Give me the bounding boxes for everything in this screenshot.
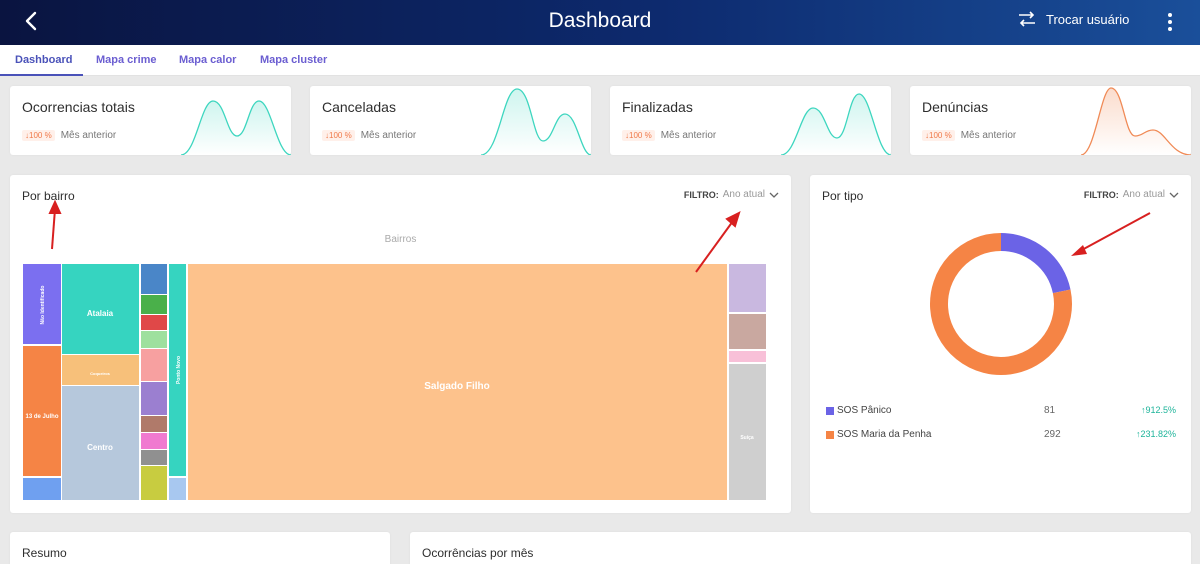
treemap-cell[interactable] [141, 295, 167, 314]
stat-subtitle: ↓100 % Mês anterior [22, 130, 116, 141]
change-badge: ↓100 % [622, 130, 655, 141]
switch-user-label: Trocar usuário [1046, 11, 1130, 27]
period-label: Mês anterior [960, 130, 1017, 141]
period-label: Mês anterior [60, 130, 117, 141]
period-label: Mês anterior [660, 130, 717, 141]
sparkline-chart [1081, 87, 1191, 155]
treemap-chart: Não Identificado 13 de Julho Atalaia Coq… [23, 199, 766, 500]
legend-name: SOS Maria da Penha [837, 429, 932, 440]
sparkline-chart [181, 100, 291, 155]
treemap-cell[interactable] [23, 478, 61, 500]
tab-mapa-calor[interactable]: Mapa calor [179, 54, 236, 66]
back-arrow-icon[interactable] [20, 9, 44, 33]
sparkline-chart [481, 88, 591, 155]
treemap-cell-suica[interactable] [729, 364, 766, 500]
treemap-label: Ponto Novo [176, 356, 182, 384]
treemap-cell[interactable] [141, 331, 167, 348]
treemap-label: Atalaia [87, 309, 114, 318]
legend-value: 292 [1044, 429, 1061, 440]
tab-bar: Dashboard Mapa crime Mapa calor Mapa clu… [0, 45, 1200, 76]
treemap-label: Coqueiros [90, 371, 111, 376]
treemap-label: 13 de Julho [25, 414, 58, 420]
stat-card-denuncias: Denúncias ↓100 % Mês anterior [910, 86, 1191, 155]
legend-change: ↑912.5% [1140, 405, 1176, 415]
legend-item[interactable]: SOS Pânico 81 ↑912.5% [826, 404, 1176, 420]
period-label: Mês anterior [360, 130, 417, 141]
stat-card-ocorrencias: Ocorrencias totais ↓100 % Mês anterior [10, 86, 291, 155]
ocorrencias-mes-card: Ocorrências por mês [410, 532, 1191, 564]
treemap-cell-coqueiros[interactable] [62, 355, 139, 385]
sparkline-chart [781, 93, 891, 155]
change-value: 912.5% [1145, 405, 1176, 415]
legend-item[interactable]: SOS Maria da Penha 292 ↑231.82% [826, 428, 1176, 444]
change-value: 231.82% [1140, 429, 1176, 439]
donut-chart [930, 212, 1151, 375]
stat-subtitle: ↓100 % Mês anterior [622, 130, 716, 141]
treemap-cell[interactable] [729, 264, 766, 312]
switch-user-button[interactable]: Trocar usuário [1018, 11, 1129, 27]
treemap-cell[interactable] [169, 478, 186, 500]
legend-swatch [826, 407, 834, 415]
more-vertical-icon[interactable] [1162, 11, 1178, 33]
treemap-cell[interactable] [141, 466, 167, 500]
active-tab-indicator [0, 74, 83, 76]
treemap-cell-13-de-julho[interactable] [23, 346, 61, 476]
por-bairro-card: Por bairro FILTRO: Ano atual Bairros Não… [10, 175, 791, 513]
resumo-card: Resumo [10, 532, 390, 564]
change-value: 100 % [629, 131, 652, 140]
donut-slice-sos-panico[interactable] [1000, 233, 1071, 294]
treemap-label: Salgado Filho [424, 381, 490, 392]
swap-icon [1019, 11, 1035, 27]
top-bar: Dashboard Trocar usuário [0, 0, 1200, 45]
change-value: 100 % [329, 131, 352, 140]
treemap-cell[interactable] [141, 382, 167, 415]
change-value: 100 % [929, 131, 952, 140]
change-badge: ↓100 % [22, 130, 55, 141]
por-tipo-card: Por tipo FILTRO: Ano atual SOS Pânico 81… [810, 175, 1191, 513]
treemap-cell[interactable] [141, 315, 167, 330]
treemap-cell[interactable] [729, 351, 766, 362]
change-value: 100 % [29, 131, 52, 140]
stat-title: Canceladas [322, 99, 396, 115]
legend-change: ↑231.82% [1135, 429, 1176, 439]
section-title: Ocorrências por mês [422, 546, 534, 560]
tab-dashboard[interactable]: Dashboard [15, 54, 72, 66]
treemap-cell[interactable] [141, 433, 167, 449]
stat-subtitle: ↓100 % Mês anterior [322, 130, 416, 141]
stat-title: Denúncias [922, 99, 989, 115]
stat-card-canceladas: Canceladas ↓100 % Mês anterior [310, 86, 591, 155]
stat-title: Ocorrencias totais [22, 99, 135, 115]
annotation-arrow [1071, 212, 1151, 256]
treemap-cell[interactable] [141, 349, 167, 381]
stat-subtitle: ↓100 % Mês anterior [922, 130, 1016, 141]
change-badge: ↓100 % [322, 130, 355, 141]
change-badge: ↓100 % [922, 130, 955, 141]
legend-value: 81 [1044, 405, 1056, 416]
legend-swatch [826, 431, 834, 439]
stat-title: Finalizadas [622, 99, 693, 115]
treemap-cell[interactable] [729, 314, 766, 349]
treemap-label: Suíça [740, 435, 754, 441]
tab-mapa-crime[interactable]: Mapa crime [96, 54, 157, 66]
legend-name: SOS Pânico [837, 405, 892, 416]
treemap-label: Centro [87, 443, 113, 452]
treemap-cell[interactable] [141, 416, 167, 432]
section-title: Resumo [22, 546, 67, 560]
treemap-cells [23, 264, 766, 500]
tab-mapa-cluster[interactable]: Mapa cluster [260, 54, 327, 66]
annotation-arrows [48, 199, 741, 273]
treemap-cell[interactable] [141, 450, 167, 465]
stat-card-finalizadas: Finalizadas ↓100 % Mês anterior [610, 86, 891, 155]
treemap-label: Não Identificado [40, 286, 46, 325]
treemap-cell[interactable] [141, 264, 167, 294]
